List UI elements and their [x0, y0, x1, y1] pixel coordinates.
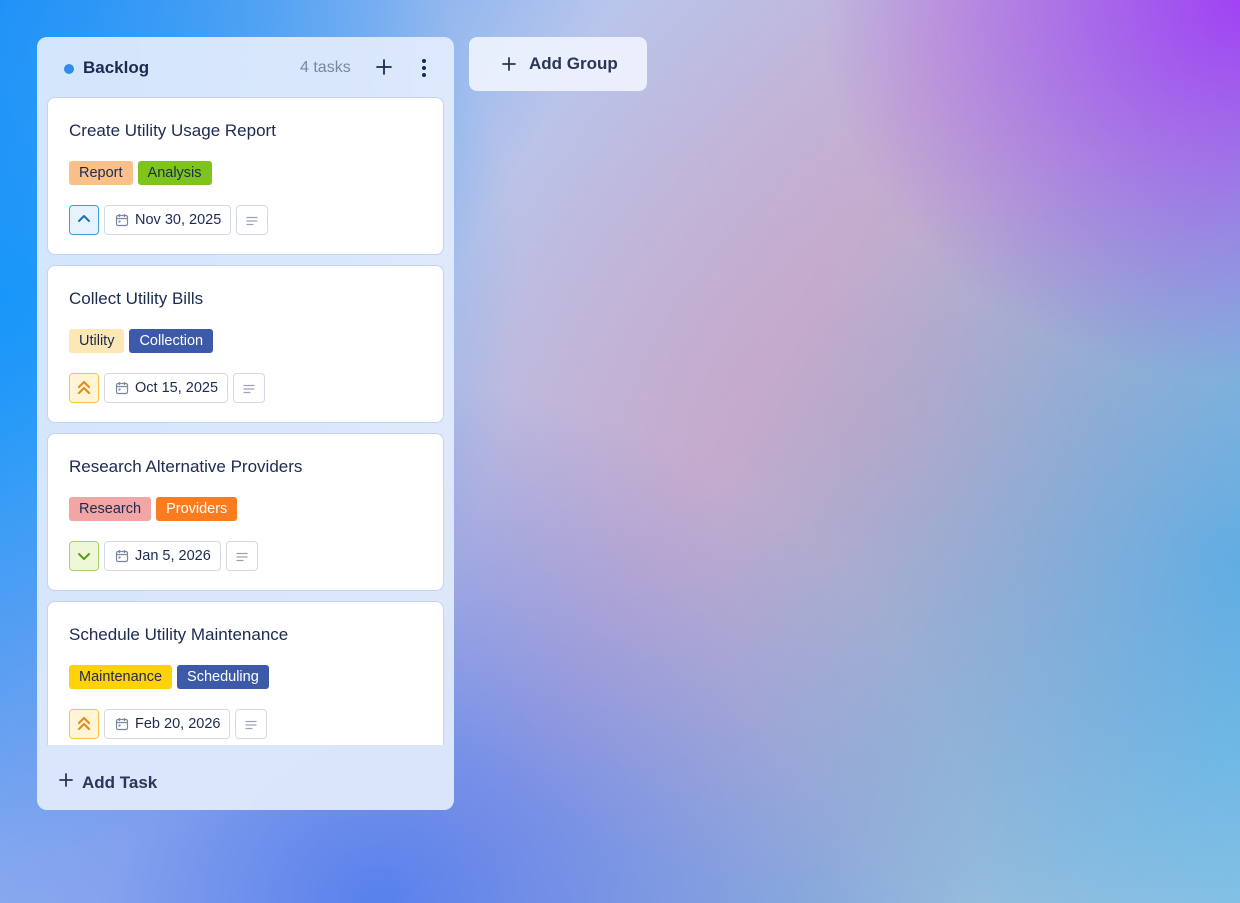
calendar-icon	[115, 550, 129, 563]
priority-button[interactable]	[69, 205, 99, 235]
calendar-icon	[115, 718, 129, 731]
add-task-label: Add Task	[82, 773, 158, 792]
task-title: Research Alternative Providers	[69, 457, 303, 476]
due-date-label: Feb 20, 2026	[135, 716, 221, 732]
priority-button[interactable]	[69, 373, 99, 403]
description-icon	[245, 720, 258, 730]
tag-badge: Scheduling	[177, 665, 269, 689]
priority-button[interactable]	[69, 541, 99, 571]
more-vertical-icon-dot	[422, 66, 426, 70]
task-meta: Jan 5, 2026	[69, 541, 258, 571]
add-task-to-column-button[interactable]	[373, 54, 395, 80]
column-title: Backlog	[83, 58, 150, 77]
due-date-label: Nov 30, 2025	[135, 212, 222, 228]
description-icon	[243, 384, 255, 394]
tag-badge: Analysis	[137, 161, 212, 185]
plus-icon	[376, 59, 392, 75]
column-header: Backlog 4 tasks	[37, 37, 454, 97]
chevron-up-icon	[78, 215, 90, 222]
tag-badge: Collection	[129, 329, 214, 353]
backlog-column: Backlog 4 tasks Create Utility Usage Rep…	[37, 37, 454, 810]
task-title: Create Utility Usage Report	[69, 121, 276, 140]
tag-badge: Utility	[69, 329, 125, 353]
chevron-down-icon	[78, 553, 90, 560]
more-vertical-icon-dot	[422, 73, 426, 77]
column-menu-button[interactable]	[417, 56, 431, 80]
task-meta: Nov 30, 2025	[69, 205, 269, 235]
description-icon	[246, 216, 258, 226]
task-meta: Oct 15, 2025	[69, 373, 266, 403]
task-tags: Utility Collection	[69, 329, 214, 353]
add-group-label: Add Group	[529, 54, 618, 73]
description-button[interactable]	[233, 373, 266, 403]
task-tags: Report Analysis	[69, 161, 212, 185]
calendar-icon	[115, 214, 129, 227]
task-card[interactable]: Create Utility Usage Report Report Analysi…	[47, 97, 444, 255]
task-title: Collect Utility Bills	[69, 289, 204, 308]
plus-icon	[59, 773, 73, 787]
due-date-button[interactable]: Feb 20, 2026	[104, 709, 231, 739]
more-vertical-icon	[422, 59, 426, 63]
description-icon	[236, 552, 248, 562]
due-date-button[interactable]: Oct 15, 2025	[104, 373, 229, 403]
add-task-button[interactable]: Add Task	[37, 745, 454, 810]
due-date-label: Oct 15, 2025	[135, 380, 219, 396]
double-chevron-up-icon	[78, 381, 90, 394]
double-chevron-up-icon	[78, 717, 90, 730]
tag-badge: Report	[69, 161, 133, 185]
due-date-label: Jan 5, 2026	[135, 548, 211, 564]
description-button[interactable]	[236, 205, 269, 235]
calendar-icon	[115, 382, 129, 395]
add-group-button[interactable]: Add Group	[469, 37, 647, 91]
task-title: Schedule Utility Maintenance	[69, 625, 289, 644]
status-dot	[64, 64, 74, 74]
tag-badge: Research	[69, 497, 152, 521]
task-card[interactable]: Schedule Utility Maintenance Maintenance S…	[47, 601, 444, 745]
task-list: Create Utility Usage Report Report Analysi…	[47, 97, 444, 745]
due-date-button[interactable]: Nov 30, 2025	[104, 205, 232, 235]
plus-icon	[502, 57, 516, 71]
task-tags: Research Providers	[69, 497, 238, 521]
tag-badge: Providers	[156, 497, 238, 521]
task-count: 4 tasks	[300, 59, 351, 76]
description-button[interactable]	[235, 709, 268, 739]
due-date-button[interactable]: Jan 5, 2026	[104, 541, 221, 571]
priority-button[interactable]	[69, 709, 99, 739]
task-tags: Maintenance Scheduling	[69, 665, 269, 689]
description-button[interactable]	[225, 541, 258, 571]
tag-badge: Maintenance	[69, 665, 173, 689]
task-card[interactable]: Collect Utility Bills Utility Collection Oc…	[47, 265, 444, 423]
task-meta: Feb 20, 2026	[69, 709, 268, 739]
task-card[interactable]: Research Alternative Providers Research Pr…	[47, 433, 444, 591]
